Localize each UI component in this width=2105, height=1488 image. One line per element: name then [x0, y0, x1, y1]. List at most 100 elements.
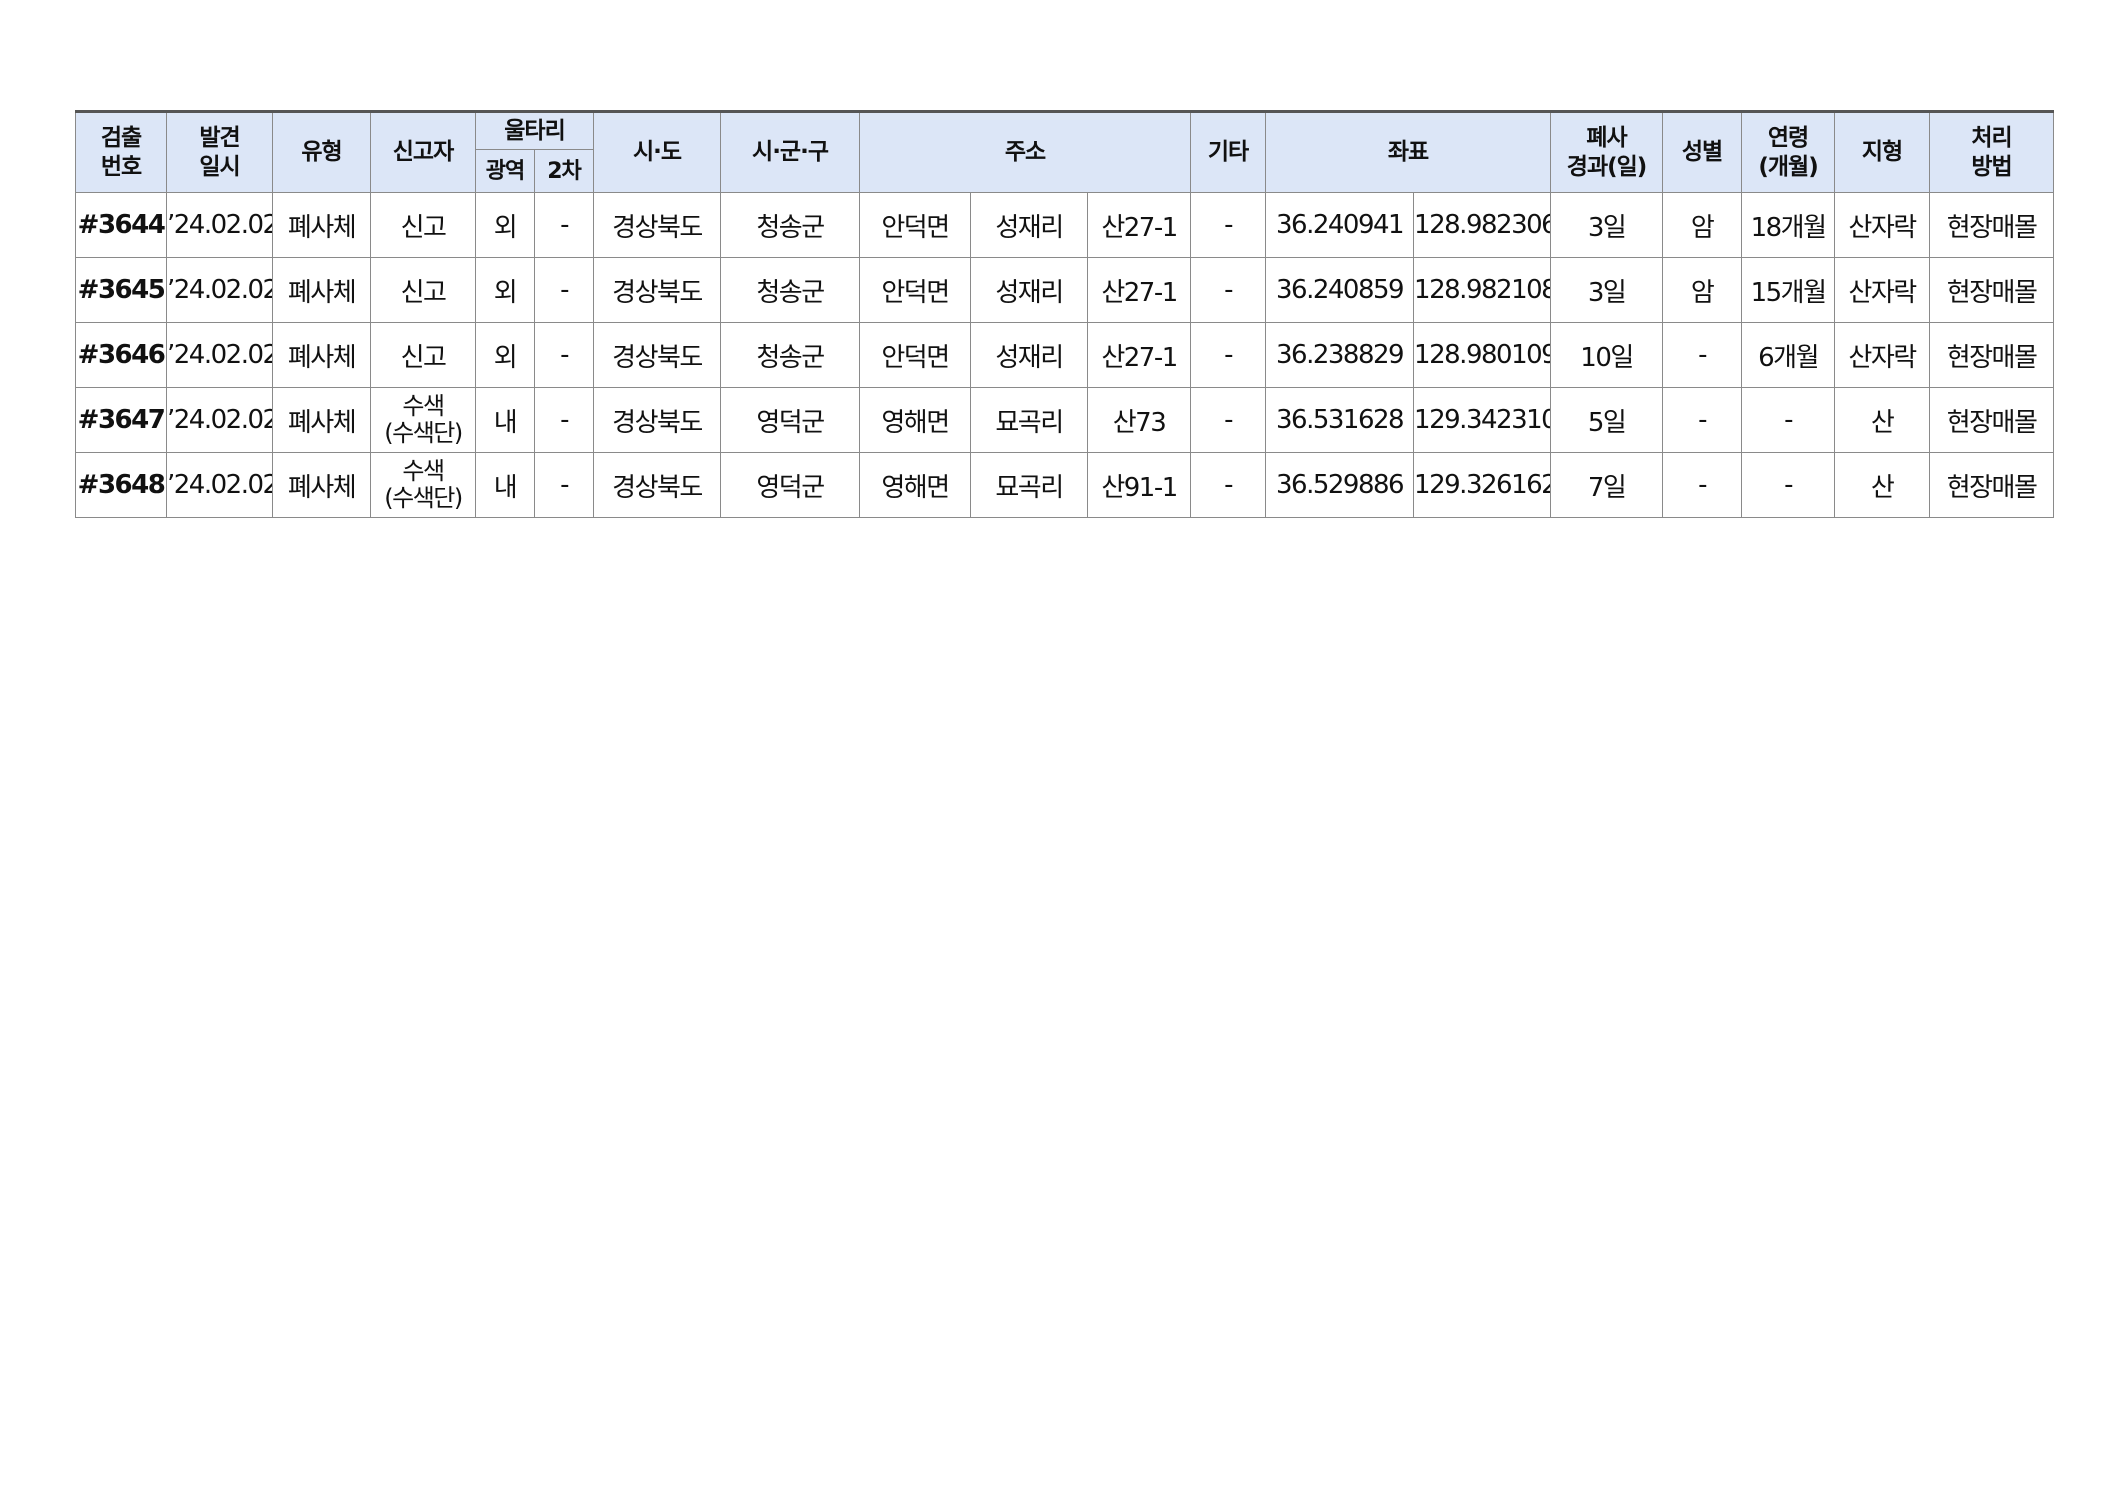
reporter-line: 신고 [400, 277, 447, 308]
cell-disposal: 현장매몰 [1929, 257, 2055, 323]
reporter-line: 수색 [402, 457, 445, 485]
cell-disposal: 현장매몰 [1929, 387, 2055, 453]
header-fence-second: 2차 [533, 149, 595, 193]
cell-sigungu: 청송군 [720, 257, 861, 323]
cell-fence-wide: 내 [475, 387, 535, 453]
cell-fence-second: - [533, 452, 595, 518]
cell-eup: 안덕면 [859, 192, 972, 258]
cell-age: 15개월 [1741, 257, 1836, 323]
reporter-line: (수색단) [384, 419, 463, 447]
cell-elapsed: 5일 [1550, 387, 1664, 453]
cell-sido: 경상북도 [593, 257, 722, 323]
cell-fence-wide: 외 [475, 257, 535, 323]
table-body: #3644’24.02.02 폐사체 신고 외 - 경상북도 청송군 안덕면 성재리 산27-1-… [75, 192, 2055, 518]
cell-reporter: 신고 [370, 322, 476, 388]
cell-lot: 산91-1 [1087, 452, 1192, 518]
cell-date: ’24.02.02 [166, 192, 273, 258]
cell-reporter: 신고 [370, 192, 476, 258]
cell-disposal: 현장매몰 [1929, 322, 2055, 388]
cell-id: #3647 [75, 387, 167, 453]
cell-date: ’24.02.02 [166, 452, 273, 518]
cell-terrain: 산자락 [1834, 192, 1931, 258]
cell-type: 폐사체 [272, 192, 371, 258]
cell-date: ’24.02.02 [166, 322, 273, 388]
header-sido: 시·도 [593, 111, 722, 193]
cell-sex: - [1662, 322, 1743, 388]
cell-fence-second: - [533, 192, 595, 258]
cell-eup: 안덕면 [859, 257, 972, 323]
cell-terrain: 산자락 [1834, 257, 1931, 323]
table-row: #3648’24.02.02 폐사체 수색 (수색단) 내 - 경상북도 영덕군 영해면 묘곡리 산… [75, 452, 2055, 518]
cell-age: 6개월 [1741, 322, 1836, 388]
header-terrain: 지형 [1834, 111, 1931, 193]
detection-table: 검출 번호 발견 일시 유형 신고자 울타리 시·도 시·군·구 주소 기타 좌… [75, 110, 2055, 518]
cell-etc: - [1190, 192, 1267, 258]
cell-longitude: 128.982108 [1413, 257, 1552, 323]
cell-latitude: 36.240859 [1265, 257, 1415, 323]
header-row-1: 검출 번호 발견 일시 유형 신고자 울타리 시·도 시·군·구 주소 기타 좌… [75, 111, 2055, 193]
table-row: #3644’24.02.02 폐사체 신고 외 - 경상북도 청송군 안덕면 성재리 산27-1-… [75, 192, 2055, 258]
cell-ri: 성재리 [970, 192, 1089, 258]
table-row: #3646’24.02.02 폐사체 신고 외 - 경상북도 청송군 안덕면 성재리 산27-1-… [75, 322, 2055, 388]
cell-etc: - [1190, 387, 1267, 453]
cell-eup: 영해면 [859, 387, 972, 453]
header-fence: 울타리 [474, 111, 595, 150]
header-disposal: 처리 방법 [1929, 111, 2055, 193]
header-type: 유형 [272, 111, 371, 193]
table-row: #3645’24.02.02 폐사체 신고 외 - 경상북도 청송군 안덕면 성재리 산27-1-… [75, 257, 2055, 323]
cell-type: 폐사체 [272, 322, 371, 388]
cell-sido: 경상북도 [593, 322, 722, 388]
report-sheet: 검출 번호 발견 일시 유형 신고자 울타리 시·도 시·군·구 주소 기타 좌… [75, 110, 2055, 518]
cell-id: #3648 [75, 452, 167, 518]
cell-longitude: 128.980109 [1413, 322, 1552, 388]
cell-longitude: 128.982306 [1413, 192, 1552, 258]
cell-ri: 묘곡리 [970, 387, 1089, 453]
cell-age: - [1741, 387, 1836, 453]
cell-latitude: 36.238829 [1265, 322, 1415, 388]
cell-reporter: 수색 (수색단) [370, 452, 476, 518]
header-sigungu: 시·군·구 [720, 111, 861, 193]
cell-longitude: 129.342310 [1413, 387, 1552, 453]
cell-latitude: 36.529886 [1265, 452, 1415, 518]
header-sex: 성별 [1662, 111, 1743, 193]
cell-age: - [1741, 452, 1836, 518]
cell-elapsed: 10일 [1550, 322, 1664, 388]
header-fence-wide: 광역 [475, 149, 535, 193]
cell-sigungu: 영덕군 [720, 452, 861, 518]
cell-terrain: 산자락 [1834, 322, 1931, 388]
header-reporter: 신고자 [370, 111, 476, 193]
cell-sigungu: 청송군 [720, 192, 861, 258]
header-id: 검출 번호 [75, 111, 167, 193]
cell-fence-second: - [533, 387, 595, 453]
cell-sex: - [1662, 387, 1743, 453]
header-etc: 기타 [1190, 111, 1267, 193]
cell-latitude: 36.240941 [1265, 192, 1415, 258]
header-date: 발견 일시 [166, 111, 273, 193]
cell-elapsed: 3일 [1550, 192, 1664, 258]
cell-age: 18개월 [1741, 192, 1836, 258]
cell-fence-second: - [533, 257, 595, 323]
cell-sigungu: 청송군 [720, 322, 861, 388]
cell-fence-wide: 내 [475, 452, 535, 518]
cell-sido: 경상북도 [593, 452, 722, 518]
cell-ri: 성재리 [970, 257, 1089, 323]
cell-terrain: 산 [1834, 452, 1931, 518]
cell-eup: 영해면 [859, 452, 972, 518]
cell-eup: 안덕면 [859, 322, 972, 388]
cell-disposal: 현장매몰 [1929, 192, 2055, 258]
reporter-line: 신고 [400, 212, 447, 243]
reporter-line: 신고 [400, 342, 447, 373]
cell-fence-wide: 외 [475, 322, 535, 388]
reporter-line: (수색단) [384, 484, 463, 512]
cell-id: #3646 [75, 322, 167, 388]
header-address: 주소 [859, 111, 1192, 193]
header-elapsed: 폐사 경과(일) [1550, 111, 1664, 193]
cell-fence-second: - [533, 322, 595, 388]
cell-disposal: 현장매몰 [1929, 452, 2055, 518]
reporter-line: 수색 [402, 392, 445, 420]
cell-sex: - [1662, 452, 1743, 518]
cell-etc: - [1190, 322, 1267, 388]
cell-lot: 산73 [1087, 387, 1192, 453]
header-coords: 좌표 [1265, 111, 1552, 193]
cell-sido: 경상북도 [593, 387, 722, 453]
